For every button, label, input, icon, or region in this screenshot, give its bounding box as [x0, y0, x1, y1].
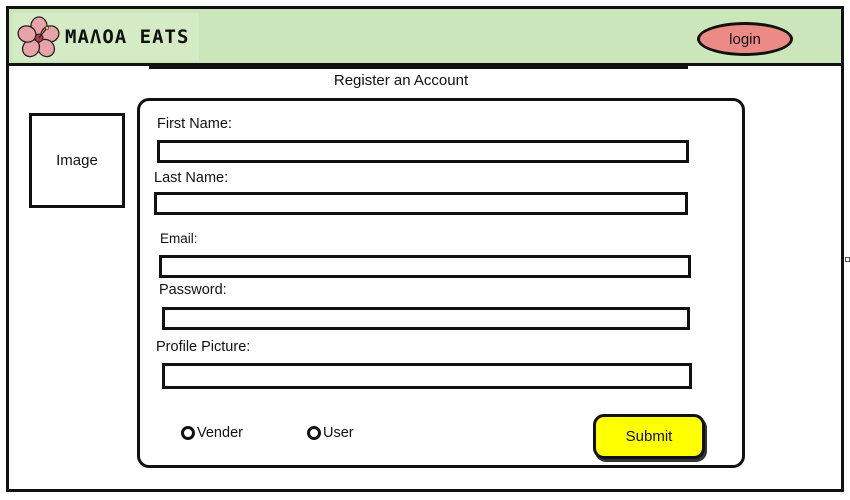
brand-name: MAΛOA EATS [65, 26, 190, 48]
login-button[interactable]: login [697, 22, 793, 56]
image-placeholder-label: Image [56, 152, 98, 169]
profile-picture-input[interactable] [162, 363, 692, 389]
image-placeholder: Image [29, 113, 125, 208]
profile-picture-label: Profile Picture: [156, 339, 251, 355]
title-divider [149, 66, 688, 69]
resize-handle [845, 257, 850, 262]
role-label-vender: Vender [197, 425, 243, 441]
app-frame: MAΛOA EATS login Register an Account Ima… [6, 6, 844, 492]
last-name-input[interactable] [154, 192, 688, 215]
brand[interactable]: MAΛOA EATS [13, 13, 199, 61]
role-option-user[interactable]: User [307, 425, 354, 441]
email-input[interactable] [159, 255, 691, 278]
first-name-input[interactable] [157, 140, 689, 163]
role-option-vender[interactable]: Vender [181, 425, 243, 441]
first-name-label: First Name: [157, 116, 232, 132]
header-bar: MAΛOA EATS login [9, 9, 841, 66]
page-title: Register an Account [333, 72, 469, 89]
radio-button-icon[interactable] [307, 426, 321, 440]
submit-button[interactable]: Submit [593, 414, 705, 459]
registration-form: First Name: Last Name: Email: Password: … [137, 98, 745, 468]
password-input[interactable] [162, 307, 690, 330]
role-label-user: User [323, 425, 354, 441]
hibiscus-flower-icon [17, 16, 60, 58]
last-name-label: Last Name: [154, 170, 229, 186]
email-label: Email: [160, 231, 198, 246]
radio-button-icon[interactable] [181, 426, 195, 440]
password-label: Password: [159, 282, 227, 298]
